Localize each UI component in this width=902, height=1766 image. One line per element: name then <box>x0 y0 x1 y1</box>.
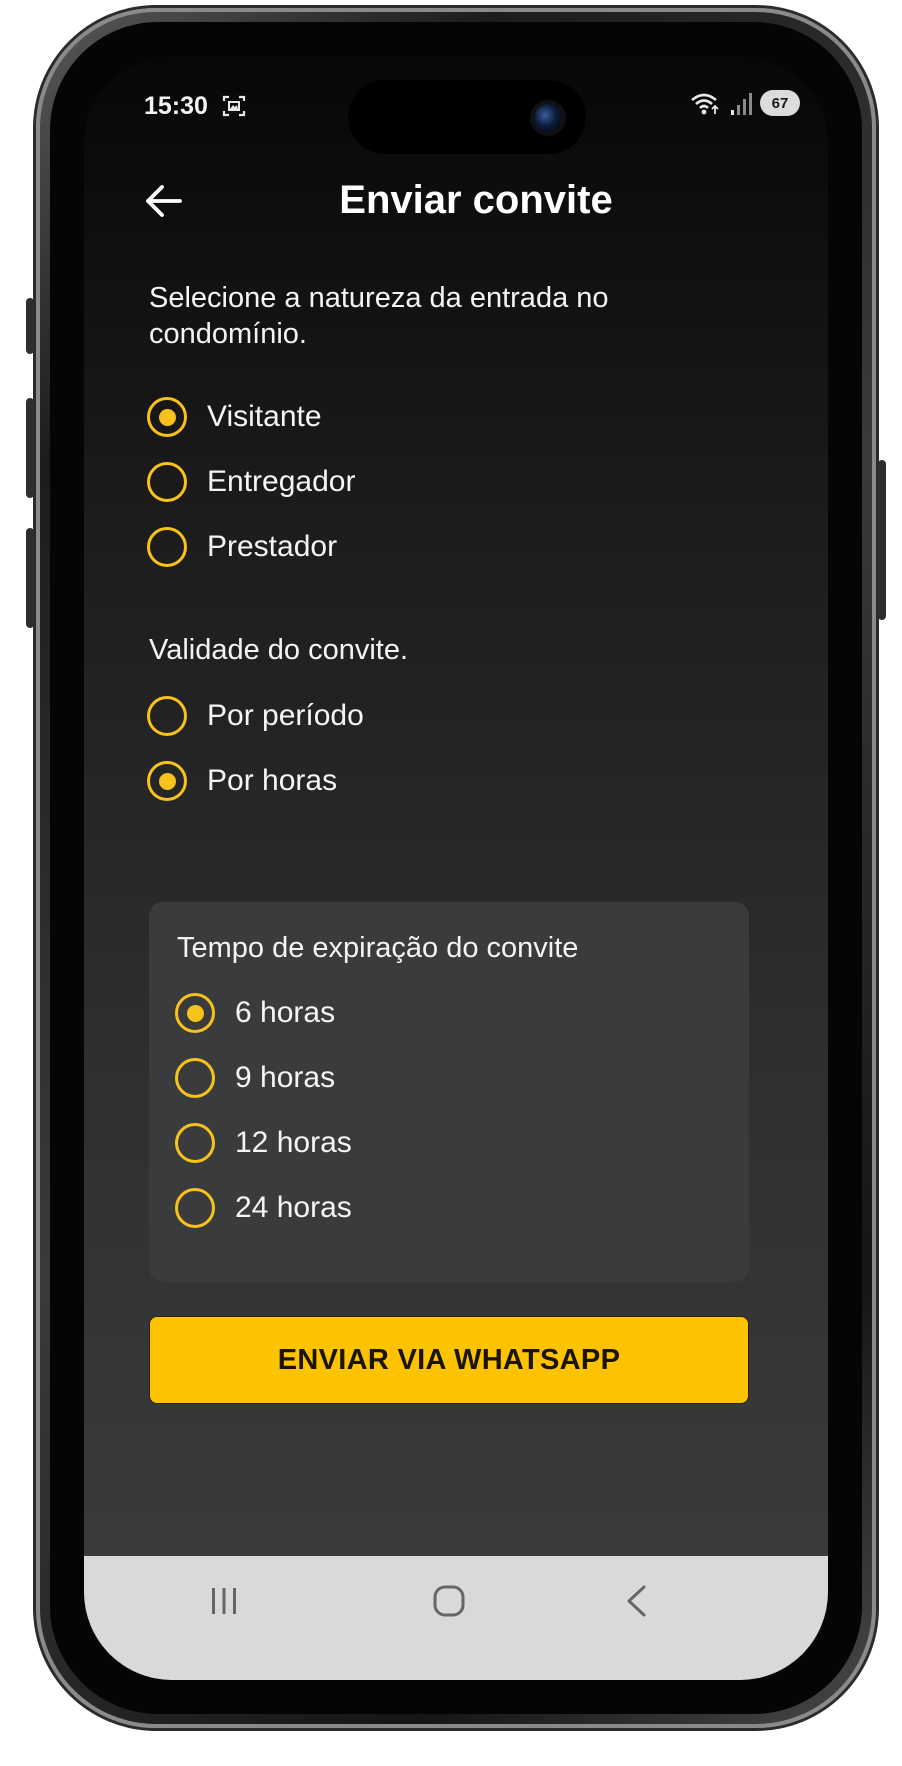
radio-label: 6 horas <box>235 996 336 1029</box>
radio-option-prestador[interactable]: Prestador <box>147 521 337 573</box>
page-title: Enviar convite <box>339 178 613 222</box>
entry-type-prompt: Selecione a natureza da entrada no condo… <box>149 282 609 350</box>
radio-button[interactable] <box>175 1123 215 1163</box>
status-time: 15:30 <box>144 92 208 120</box>
radio-button[interactable] <box>175 1058 215 1098</box>
radio-label: 9 horas <box>235 1061 336 1094</box>
radio-label: Prestador <box>207 530 338 563</box>
radio-label: Entregador <box>207 465 356 498</box>
camera-lens <box>534 104 562 132</box>
chevron-left-icon[interactable] <box>624 1584 648 1618</box>
radio-button[interactable] <box>147 696 187 736</box>
battery-indicator: 67 <box>760 90 800 116</box>
radio-label: 24 horas <box>235 1191 352 1224</box>
radio-label: Por horas <box>207 764 338 797</box>
radio-option-12-horas[interactable]: 12 horas <box>175 1117 352 1169</box>
wifi-icon <box>691 93 719 115</box>
screenshot-icon <box>222 95 246 117</box>
radio-button[interactable] <box>147 761 187 801</box>
radio-option-6-horas[interactable]: 6 horas <box>175 987 335 1039</box>
volume-up-button <box>26 298 34 354</box>
app-screen: 15:30 67 Enviar convite Selecione a natu… <box>84 56 828 1680</box>
camera-cutout <box>348 80 586 154</box>
home-icon[interactable] <box>432 1584 466 1618</box>
phone-frame: 15:30 67 Enviar convite Selecione a natu… <box>26 8 886 1728</box>
system-nav-bar <box>84 1556 828 1680</box>
side-button-left <box>26 528 34 628</box>
power-button <box>878 460 886 620</box>
radio-label: Visitante <box>207 400 322 433</box>
radio-option-por-periodo[interactable]: Por período <box>147 690 364 742</box>
send-whatsapp-button[interactable]: ENVIAR VIA WHATSAPP <box>149 1316 749 1404</box>
signal-icon <box>731 93 752 115</box>
validity-prompt: Validade do convite. <box>149 634 409 666</box>
radio-button[interactable] <box>175 993 215 1033</box>
radio-option-9-horas[interactable]: 9 horas <box>175 1052 335 1104</box>
app-bar: Enviar convite <box>84 156 828 246</box>
radio-option-visitante[interactable]: Visitante <box>147 391 322 443</box>
radio-button[interactable] <box>147 462 187 502</box>
volume-down-button <box>26 398 34 498</box>
radio-label: Por período <box>207 699 364 732</box>
recents-icon[interactable] <box>209 1586 239 1616</box>
radio-button[interactable] <box>175 1188 215 1228</box>
radio-option-entregador[interactable]: Entregador <box>147 456 355 508</box>
radio-label: 12 horas <box>235 1126 352 1159</box>
radio-option-por-horas[interactable]: Por horas <box>147 755 337 807</box>
radio-button[interactable] <box>147 397 187 437</box>
expiration-title: Tempo de expiração do convite <box>177 932 579 964</box>
radio-option-24-horas[interactable]: 24 horas <box>175 1182 352 1234</box>
radio-button[interactable] <box>147 527 187 567</box>
expiration-panel: Tempo de expiração do convite 6 horas 9 … <box>149 902 749 1282</box>
